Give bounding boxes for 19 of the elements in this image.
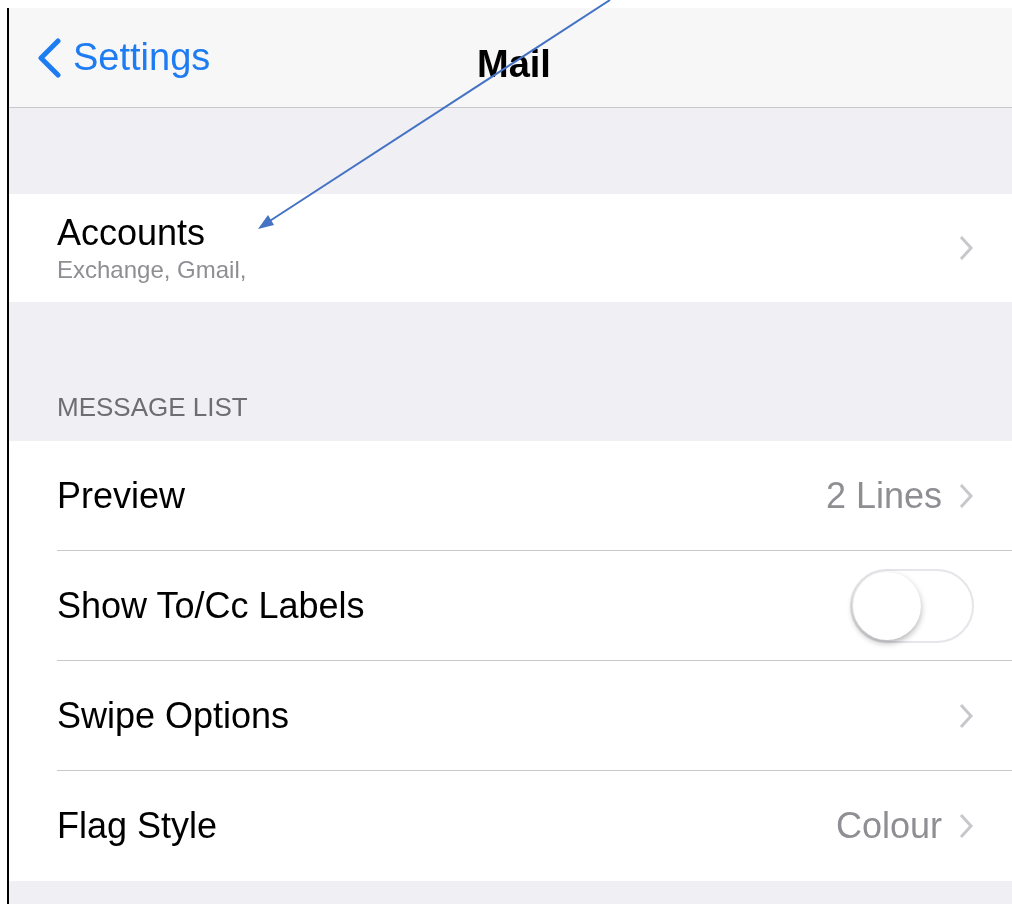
back-button[interactable]: Settings — [37, 29, 211, 86]
chevron-left-icon — [37, 37, 61, 78]
accounts-row[interactable]: Accounts Exchange, Gmail, — [9, 194, 1012, 302]
row-value: 2 Lines — [825, 473, 942, 518]
settings-row[interactable]: Show To/Cc Labels — [57, 551, 1012, 661]
row-label: Flag Style — [57, 804, 219, 848]
toggle-switch[interactable] — [850, 568, 974, 643]
row-value: Colour — [835, 804, 942, 848]
row-label: Accounts — [57, 211, 207, 255]
settings-row[interactable]: Flag Style Colour — [57, 771, 1012, 881]
chevron-right-icon — [958, 812, 974, 840]
chevron-right-icon — [958, 701, 974, 730]
row-label: Show To/Cc Labels — [57, 583, 366, 628]
row-subtitle: Exchange, Gmail, — [57, 255, 248, 285]
row-label: Preview — [57, 473, 187, 518]
chevron-right-icon — [958, 234, 974, 262]
chevron-right-icon — [958, 481, 974, 510]
section-header: MESSAGE LIST — [57, 391, 248, 424]
row-label: Swipe Options — [57, 693, 291, 738]
